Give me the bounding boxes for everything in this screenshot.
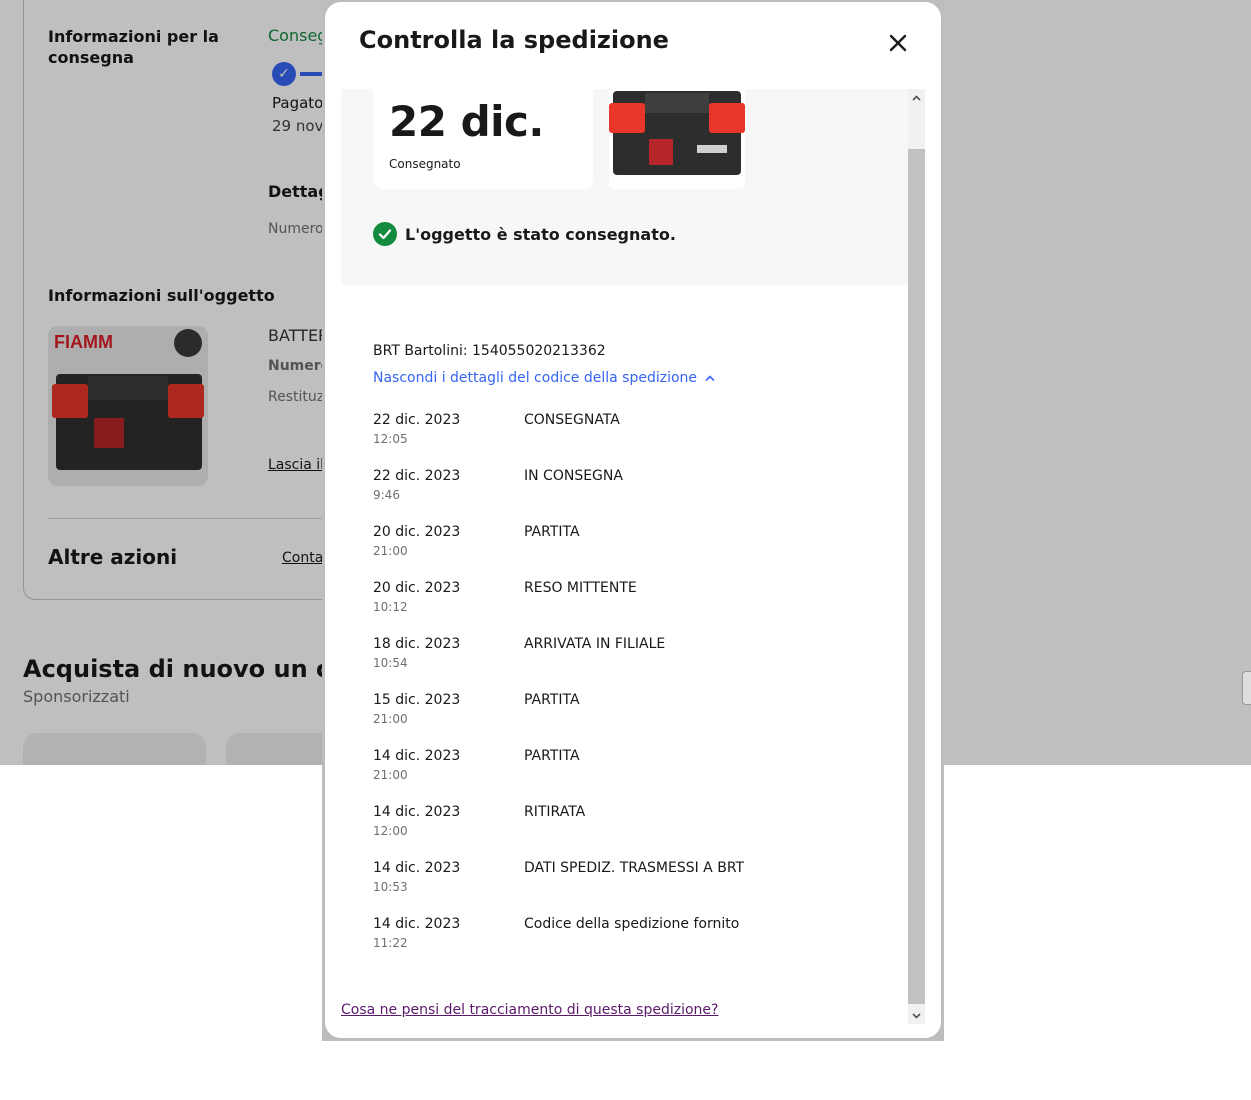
delivered-message: L'oggetto è stato consegnato. bbox=[405, 224, 676, 244]
event-date: 22 dic. 2023 bbox=[373, 412, 461, 428]
tracking-event: 18 dic. 2023 10:54 ARRIVATA IN FILIALE bbox=[373, 636, 853, 692]
battery-image bbox=[609, 89, 745, 189]
dialog-content[interactable]: 22 dic. Consegnato L'oggetto è stato con… bbox=[325, 89, 925, 1024]
event-date: 22 dic. 2023 bbox=[373, 468, 461, 484]
event-date: 20 dic. 2023 bbox=[373, 524, 461, 540]
tracking-event: 14 dic. 2023 12:00 RITIRATA bbox=[373, 804, 853, 860]
event-status: PARTITA bbox=[524, 748, 580, 764]
event-time: 12:00 bbox=[373, 824, 408, 838]
tracking-event: 14 dic. 2023 11:22 Codice della spedizione… bbox=[373, 916, 853, 972]
event-date: 20 dic. 2023 bbox=[373, 580, 461, 596]
event-status: CONSEGNATA bbox=[524, 412, 620, 428]
tracking-event: 15 dic. 2023 21:00 PARTITA bbox=[373, 692, 853, 748]
scroll-up-arrow-icon[interactable] bbox=[908, 89, 925, 106]
event-date: 14 dic. 2023 bbox=[373, 748, 461, 764]
hide-details-toggle[interactable]: Nascondi i dettagli del codice della spe… bbox=[373, 370, 715, 386]
event-status: PARTITA bbox=[524, 692, 580, 708]
tracking-event: 14 dic. 2023 10:53 DATI SPEDIZ. TRASMESSI … bbox=[373, 860, 853, 916]
delivery-date-card: 22 dic. Consegnato bbox=[373, 89, 593, 189]
event-time: 10:53 bbox=[373, 880, 408, 894]
event-date: 18 dic. 2023 bbox=[373, 636, 461, 652]
delivery-date: 22 dic. bbox=[389, 97, 544, 146]
event-date: 14 dic. 2023 bbox=[373, 860, 461, 876]
tracking-feedback-link[interactable]: Cosa ne pensi del tracciamento di questa… bbox=[341, 1002, 718, 1018]
event-status: RITIRATA bbox=[524, 804, 586, 820]
event-time: 21:00 bbox=[373, 768, 408, 782]
scroll-down-arrow-icon[interactable] bbox=[908, 1007, 925, 1024]
tracking-event: 22 dic. 2023 9:46 IN CONSEGNA bbox=[373, 468, 853, 524]
carrier-tracking-number: BRT Bartolini: 154055020213362 bbox=[373, 343, 606, 359]
tracking-event: 22 dic. 2023 12:05 CONSEGNATA bbox=[373, 412, 853, 468]
close-button[interactable] bbox=[883, 28, 913, 58]
chevron-up-icon bbox=[705, 375, 715, 381]
dialog-title: Controlla la spedizione bbox=[359, 26, 669, 54]
event-status: ARRIVATA IN FILIALE bbox=[524, 636, 666, 652]
item-thumbnail bbox=[609, 89, 745, 189]
tracking-event: 20 dic. 2023 21:00 PARTITA bbox=[373, 524, 853, 580]
event-time: 10:12 bbox=[373, 600, 408, 614]
event-time: 12:05 bbox=[373, 432, 408, 446]
tracking-event: 14 dic. 2023 21:00 PARTITA bbox=[373, 748, 853, 804]
hide-details-label: Nascondi i dettagli del codice della spe… bbox=[373, 370, 698, 386]
track-shipment-dialog: Controlla la spedizione 22 dic. Consegna… bbox=[325, 2, 941, 1038]
event-time: 21:00 bbox=[373, 712, 408, 726]
delivered-confirmation: L'oggetto è stato consegnato. bbox=[373, 221, 676, 247]
close-icon bbox=[889, 34, 907, 52]
dialog-scrollbar[interactable] bbox=[908, 89, 925, 1024]
event-status: DATI SPEDIZ. TRASMESSI A BRT bbox=[524, 860, 745, 876]
event-status: IN CONSEGNA bbox=[524, 468, 623, 484]
event-date: 15 dic. 2023 bbox=[373, 692, 461, 708]
event-time: 10:54 bbox=[373, 656, 408, 670]
check-circle-icon bbox=[373, 222, 397, 246]
delivery-status-label: Consegnato bbox=[389, 157, 461, 171]
event-time: 9:46 bbox=[373, 488, 400, 502]
event-time: 21:00 bbox=[373, 544, 408, 558]
event-status: RESO MITTENTE bbox=[524, 580, 637, 596]
event-time: 11:22 bbox=[373, 936, 408, 950]
delivery-summary-panel: 22 dic. Consegnato L'oggetto è stato con… bbox=[341, 89, 908, 285]
event-date: 14 dic. 2023 bbox=[373, 916, 461, 932]
event-status: PARTITA bbox=[524, 524, 580, 540]
tracking-events: 22 dic. 2023 12:05 CONSEGNATA 22 dic. 2023… bbox=[373, 412, 853, 972]
event-date: 14 dic. 2023 bbox=[373, 804, 461, 820]
event-status: Codice della spedizione fornito bbox=[524, 916, 740, 932]
tracking-event: 20 dic. 2023 10:12 RESO MITTENTE bbox=[373, 580, 853, 636]
scroll-thumb[interactable] bbox=[908, 149, 925, 1004]
side-feedback-tab[interactable] bbox=[1242, 671, 1251, 705]
